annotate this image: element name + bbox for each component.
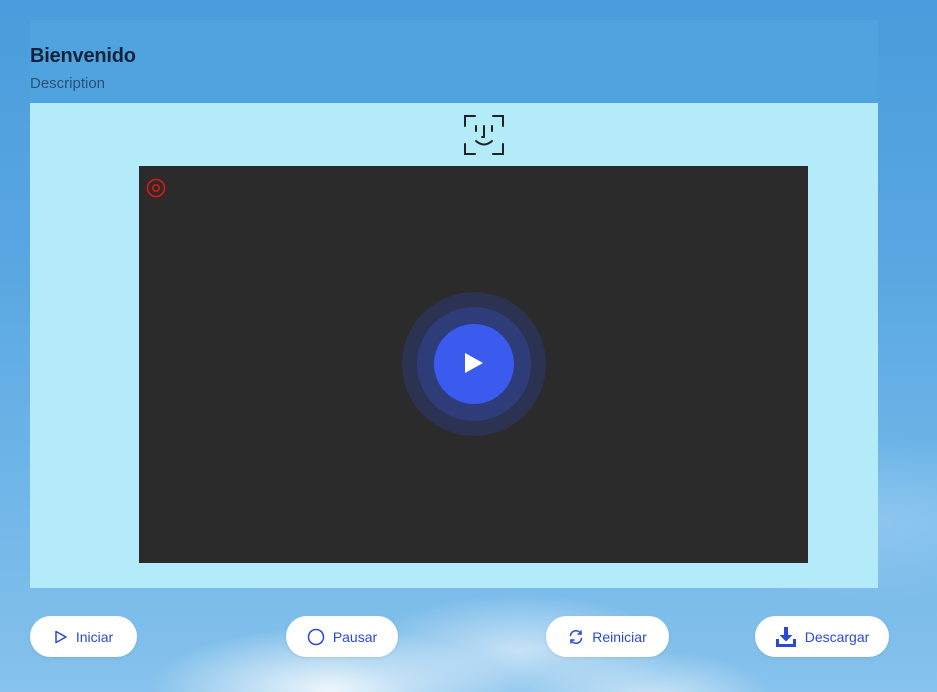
video-player[interactable] — [139, 166, 808, 563]
restart-button[interactable]: Reiniciar — [546, 616, 669, 657]
play-outline-icon — [54, 630, 68, 644]
download-button[interactable]: Descargar — [755, 616, 889, 657]
record-indicator-icon — [146, 178, 166, 198]
refresh-icon — [568, 629, 584, 645]
face-id-icon — [464, 115, 504, 155]
play-button[interactable] — [434, 324, 514, 404]
pause-button[interactable]: Pausar — [286, 616, 398, 657]
page-description: Description — [30, 75, 106, 92]
restart-button-label: Reiniciar — [592, 628, 647, 645]
start-button-label: Iniciar — [75, 628, 114, 645]
circle-outline-icon — [307, 628, 325, 646]
card-header: Bienvenido Description — [30, 20, 878, 103]
start-button[interactable]: Iniciar — [30, 616, 137, 657]
pause-button-label: Pausar — [332, 628, 378, 645]
download-button-label: Descargar — [804, 628, 870, 645]
page-title: Bienvenido — [30, 45, 136, 67]
download-icon — [775, 626, 797, 648]
card-body — [30, 103, 878, 588]
